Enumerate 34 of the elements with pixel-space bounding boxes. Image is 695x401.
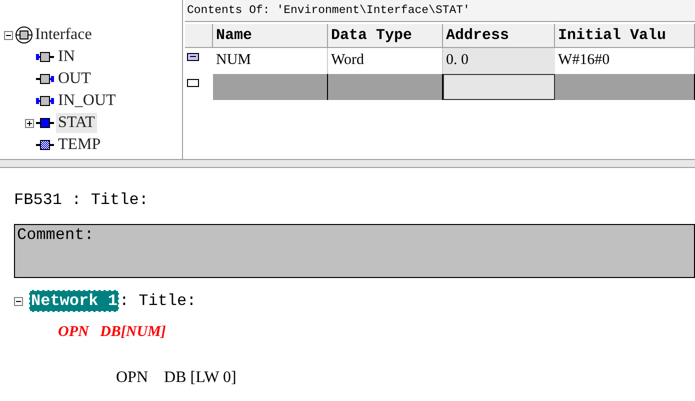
- column-header[interactable]: Initial Valu: [555, 24, 695, 47]
- table-row[interactable]: [185, 74, 695, 100]
- table-cell: Word: [328, 48, 443, 74]
- variable-icon: [36, 51, 54, 63]
- variable-icon: [36, 117, 54, 129]
- network-title: : Title:: [119, 291, 196, 311]
- network-label[interactable]: Network 1: [29, 290, 120, 312]
- table-cell: W#16#0: [555, 48, 695, 74]
- table-cell: 0. 0: [443, 48, 555, 74]
- table-cell: NUM: [213, 48, 328, 74]
- table-row[interactable]: NUM Word 0. 0 W#16#0: [185, 48, 695, 74]
- tree-item[interactable]: TEMP: [56, 135, 103, 155]
- contents-title: Contents Of: 'Environment\Interface\STAT': [185, 0, 695, 22]
- variable-icon: [36, 95, 54, 107]
- variable-icon: [36, 73, 54, 85]
- column-header[interactable]: Data Type: [328, 24, 443, 47]
- expand-icon[interactable]: [24, 118, 34, 128]
- block-title: FB531 : Title:: [13, 190, 150, 210]
- tree-item[interactable]: STAT: [56, 113, 97, 133]
- comment-box[interactable]: Comment:: [14, 224, 695, 278]
- collapse-icon[interactable]: [14, 296, 23, 306]
- tree-item[interactable]: Interface: [35, 27, 92, 43]
- variable-row-icon: [187, 52, 199, 62]
- statement: OPN DB [LW 0]: [115, 368, 238, 388]
- variable-icon: [36, 139, 54, 151]
- collapse-icon[interactable]: [4, 30, 13, 40]
- tree-item[interactable]: OUT: [56, 69, 93, 89]
- column-header[interactable]: Address: [443, 24, 555, 47]
- column-header[interactable]: Name: [213, 24, 328, 47]
- interface-icon: [15, 26, 33, 44]
- new-row-icon: [187, 78, 199, 88]
- tree-item[interactable]: IN: [56, 47, 77, 67]
- error-statement: OPN DB[NUM]: [57, 323, 167, 342]
- tree-item[interactable]: IN_OUT: [56, 91, 118, 111]
